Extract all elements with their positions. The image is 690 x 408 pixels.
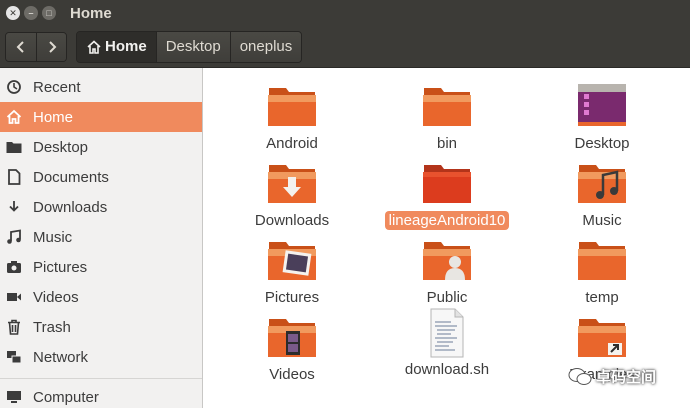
document-icon <box>6 169 22 185</box>
file-item-videos[interactable]: Videos <box>232 313 352 384</box>
sidebar-item-trash[interactable]: Trash <box>0 312 202 342</box>
camera-icon <box>6 259 22 275</box>
breadcrumb-home[interactable]: Home <box>77 31 156 62</box>
breadcrumb-oneplus[interactable]: oneplus <box>229 31 302 62</box>
folder-icon <box>423 165 471 203</box>
file-item-lineageandroid10[interactable]: lineageAndroid10 <box>384 159 510 230</box>
home-icon <box>87 39 101 54</box>
sidebar-item-label: Downloads <box>33 198 108 216</box>
desktop-folder-icon <box>578 84 626 126</box>
computer-icon <box>6 389 22 405</box>
sidebar-item-label: Network <box>33 348 89 366</box>
music-folder-icon <box>578 165 626 203</box>
window-title: Home <box>70 4 112 22</box>
file-item-temp[interactable]: temp <box>542 236 662 307</box>
file-view: Android bin Desktop Downloads lineageAnd… <box>204 68 690 408</box>
watermark-text: 卓码空间 <box>596 369 657 386</box>
forward-button[interactable] <box>36 32 66 61</box>
minimize-window-button[interactable]: – <box>24 6 38 20</box>
sidebar-item-computer[interactable]: Computer <box>0 382 202 408</box>
toolbar: Home Desktop oneplus <box>0 26 690 68</box>
sidebar-item-downloads[interactable]: Downloads <box>0 192 202 222</box>
film-icon <box>6 289 22 305</box>
videos-folder-icon <box>268 319 316 357</box>
public-folder-icon <box>423 242 471 280</box>
sidebar-item-label: Computer <box>33 388 99 406</box>
back-button[interactable] <box>6 32 36 61</box>
clock-icon <box>6 79 22 95</box>
sidebar-item-music[interactable]: Music <box>0 222 202 252</box>
file-item-downloads[interactable]: Downloads <box>232 159 352 230</box>
file-label: Pictures <box>264 289 320 306</box>
sidebar-item-pictures[interactable]: Pictures <box>0 252 202 282</box>
file-label: Music <box>582 212 622 229</box>
sidebar-item-label: Desktop <box>33 138 89 156</box>
chevron-left-icon <box>16 40 24 53</box>
wechat-icon <box>568 367 592 385</box>
navigation-buttons <box>5 31 67 62</box>
file-item-desktop[interactable]: Desktop <box>542 82 662 153</box>
sidebar-item-label: Home <box>33 108 74 126</box>
maximize-window-button[interactable]: □ <box>42 6 56 20</box>
breadcrumb: Home Desktop oneplus <box>76 30 303 63</box>
sidebar-item-label: Music <box>33 228 73 246</box>
breadcrumb-label: Home <box>105 38 147 55</box>
breadcrumb-desktop[interactable]: Desktop <box>155 31 230 62</box>
title-bar: ✕ – □ Home <box>0 0 690 26</box>
file-label: Android <box>266 135 318 152</box>
file-label: lineageAndroid10 <box>384 211 510 230</box>
script-file-icon <box>430 308 464 358</box>
link-folder-icon <box>578 319 626 357</box>
file-label: Desktop <box>574 135 630 152</box>
sidebar-item-label: Trash <box>33 318 71 336</box>
file-item-pictures[interactable]: Pictures <box>232 236 352 307</box>
file-item-bin[interactable]: bin <box>387 82 507 153</box>
download-icon <box>6 199 22 215</box>
file-label: Public <box>426 289 468 306</box>
close-window-button[interactable]: ✕ <box>6 6 20 20</box>
sidebar-item-label: Pictures <box>33 258 88 276</box>
file-label: bin <box>436 135 458 152</box>
sidebar-item-label: Recent <box>33 78 81 96</box>
folder-icon <box>268 88 316 126</box>
folder-icon <box>423 88 471 126</box>
sidebar-item-videos[interactable]: Videos <box>0 282 202 312</box>
chevron-right-icon <box>48 40 56 53</box>
network-icon <box>6 349 22 365</box>
music-icon <box>6 229 22 245</box>
downloads-folder-icon <box>268 165 316 203</box>
sidebar: Recent Home Desktop Documents Downloads … <box>0 68 203 408</box>
trash-icon <box>6 319 22 335</box>
sidebar-divider <box>0 378 202 379</box>
folder-icon <box>578 242 626 280</box>
sidebar-item-network[interactable]: Network <box>0 342 202 372</box>
file-label: temp <box>585 289 619 306</box>
sidebar-item-recent[interactable]: Recent <box>0 72 202 102</box>
sidebar-item-label: Documents <box>33 168 109 186</box>
file-label: download.sh <box>404 361 490 378</box>
watermark: 卓码空间 <box>568 366 656 387</box>
sidebar-item-home[interactable]: Home <box>0 102 202 132</box>
home-icon <box>6 109 22 125</box>
file-item-download-sh[interactable]: download.sh <box>387 308 507 379</box>
file-item-public[interactable]: Public <box>387 236 507 307</box>
file-item-music[interactable]: Music <box>542 159 662 230</box>
sidebar-item-documents[interactable]: Documents <box>0 162 202 192</box>
file-label: Videos <box>269 366 315 383</box>
breadcrumb-label: oneplus <box>239 38 293 55</box>
breadcrumb-label: Desktop <box>165 38 221 55</box>
sidebar-item-desktop[interactable]: Desktop <box>0 132 202 162</box>
file-item-android[interactable]: Android <box>232 82 352 153</box>
sidebar-item-label: Videos <box>33 288 79 306</box>
pictures-folder-icon <box>268 242 316 280</box>
file-label: Downloads <box>254 212 330 229</box>
folder-icon <box>6 139 22 155</box>
